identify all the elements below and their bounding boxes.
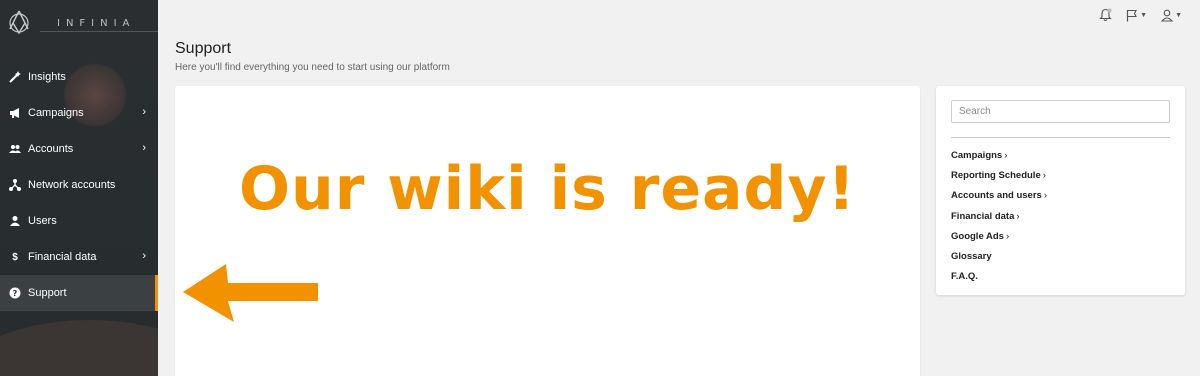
sidebar: INFINIA Insights Campaigns › Accounts ›: [0, 0, 158, 376]
chevron-right-icon: ›: [142, 142, 146, 154]
brand-divider: [40, 31, 158, 32]
sidebar-item-label: Support: [28, 287, 67, 299]
topic-link-faq[interactable]: F.A.Q.: [951, 271, 1047, 291]
brand[interactable]: INFINIA: [0, 0, 158, 40]
question-circle-icon: ?: [9, 287, 21, 299]
link-label: Financial data: [951, 210, 1015, 222]
sidebar-item-label: Accounts: [28, 143, 74, 155]
support-topics-panel: Campaigns› Reporting Schedule› Accounts …: [936, 86, 1185, 295]
network-icon: [9, 179, 21, 191]
topic-link-google-ads[interactable]: Google Ads ›: [951, 231, 1047, 251]
sidebar-item-label: Financial data: [28, 251, 97, 263]
dollar-icon: $: [12, 251, 18, 263]
notifications-button[interactable]: [1099, 8, 1112, 22]
sidebar-item-label: Insights: [28, 71, 66, 83]
magic-wand-icon: [9, 71, 21, 83]
chevron-right-icon: ›: [1004, 150, 1008, 161]
sidebar-item-label: Users: [28, 215, 57, 227]
wiki-announcement-card: Our wiki is ready!: [175, 86, 920, 376]
panel-divider: [951, 137, 1170, 138]
link-label: Campaigns: [951, 150, 1003, 161]
infinia-logo-icon: [9, 10, 29, 35]
brand-name: INFINIA: [57, 18, 136, 29]
megaphone-icon: [9, 107, 21, 119]
sidebar-item-support[interactable]: ? Support: [0, 275, 158, 311]
topic-link-campaigns[interactable]: Campaigns ›: [951, 150, 1047, 170]
chevron-right-icon: ›: [1005, 230, 1010, 242]
sidebar-item-financial-data[interactable]: $ Financial data ›: [0, 239, 158, 275]
users-icon: [9, 143, 21, 155]
chevron-right-icon: ›: [142, 250, 146, 262]
sidebar-item-label: Campaigns: [28, 107, 84, 119]
topic-link-accounts-and-users[interactable]: Accounts and users ›: [951, 190, 1047, 210]
svg-text:?: ?: [13, 289, 18, 298]
link-label: Google Ads: [951, 230, 1004, 242]
search-input[interactable]: [951, 100, 1170, 123]
topbar: ▼ ▼: [1099, 8, 1182, 22]
language-dropdown[interactable]: ▼: [1126, 9, 1147, 22]
flag-icon: [1127, 9, 1138, 21]
bell-icon: [1099, 8, 1112, 22]
page-title: Support: [175, 40, 232, 57]
sidebar-item-campaigns[interactable]: Campaigns ›: [0, 95, 158, 131]
link-label: Accounts and users: [951, 190, 1042, 202]
user-menu-dropdown[interactable]: ▼: [1161, 9, 1182, 22]
chevron-right-icon: ›: [142, 106, 146, 118]
chevron-right-icon: ›: [1016, 210, 1020, 222]
link-label: F.A.Q.: [951, 271, 978, 283]
topic-link-financial-data[interactable]: Financial data ›: [951, 211, 1047, 231]
user-icon: [9, 215, 21, 227]
sidebar-item-accounts[interactable]: Accounts ›: [0, 131, 158, 167]
topic-link-reporting-schedule[interactable]: Reporting Schedule ›: [951, 170, 1047, 190]
wiki-headline: Our wiki is ready!: [239, 154, 856, 224]
chevron-right-icon: ›: [1043, 190, 1047, 202]
page-subtitle: Here you'll find everything you need to …: [175, 62, 450, 73]
sidebar-item-users[interactable]: Users: [0, 203, 158, 239]
topic-link-glossary[interactable]: Glossary: [951, 251, 1047, 271]
link-label: Glossary: [951, 250, 992, 262]
user-icon: [1161, 9, 1174, 22]
sidebar-item-network-accounts[interactable]: Network accounts: [0, 167, 158, 203]
chevron-right-icon: ›: [1042, 170, 1046, 182]
caret-down-icon: ▼: [1140, 11, 1148, 19]
link-label: Reporting Schedule: [951, 170, 1041, 182]
sidebar-item-label: Network accounts: [28, 179, 116, 191]
arrow-left-icon: [183, 264, 318, 322]
sidebar-item-insights[interactable]: Insights: [0, 59, 158, 95]
topic-links: Campaigns › Reporting Schedule › Accounts …: [951, 150, 1047, 291]
sidebar-nav: Insights Campaigns › Accounts › Network …: [0, 59, 158, 311]
caret-down-icon: ▼: [1175, 11, 1182, 19]
